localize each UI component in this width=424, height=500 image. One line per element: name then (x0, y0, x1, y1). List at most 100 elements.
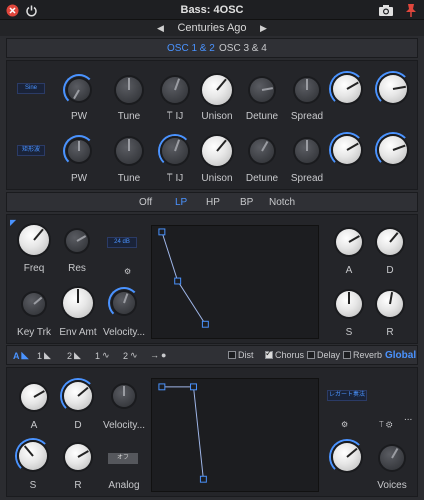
res-label: Res (68, 263, 86, 274)
routing-tab[interactable]: → ● (150, 350, 166, 360)
window-title: Bass: 4OSC (180, 4, 244, 16)
tuning-fork-icon[interactable]: ⟙ ⚙ (379, 420, 392, 430)
amp-s-knob[interactable] (19, 442, 47, 470)
glide-knob[interactable] (333, 443, 361, 471)
reverb-check[interactable]: Reverb (343, 350, 382, 360)
tab-osc-3-4[interactable]: OSC 3 & 4 (219, 43, 267, 54)
envamt-knob[interactable] (63, 288, 93, 318)
expand-triangle-icon[interactable]: ◤ (10, 218, 16, 227)
triangle-right-icon[interactable]: ▶ (260, 23, 267, 34)
preset-bar: ◀ Centuries Ago ▶ (0, 20, 424, 36)
waveform-select[interactable]: Sine (17, 83, 45, 94)
dist-check[interactable]: Dist (228, 350, 254, 360)
spread-label-2: Spread (290, 173, 324, 184)
analog-select[interactable]: オフ (108, 453, 138, 464)
voices-knob[interactable] (380, 446, 404, 470)
lfo2-source-label: 2 (123, 350, 129, 361)
tab-osc-1-2[interactable]: OSC 1 & 2 (167, 43, 215, 54)
more-options-icon[interactable]: ... (404, 412, 412, 423)
lfo1-source-label: 1 (95, 350, 101, 361)
env1-source-label: 1 (37, 350, 43, 361)
voice-mode-select[interactable]: レガート奏法 (327, 390, 367, 401)
filter-section: ◤ Freq Res 24 dB ⚙ Key Trk Env Amt Veloc… (6, 214, 418, 344)
delay-label: Delay (317, 350, 341, 360)
lfo2-source-tab[interactable]: 2 ∿ (123, 350, 138, 361)
checkbox-icon (343, 351, 351, 359)
filter-velocity-knob[interactable] (113, 292, 135, 314)
filter-r-knob[interactable] (377, 291, 403, 317)
filter-bp[interactable]: BP (240, 197, 253, 208)
osc1-pan-knob[interactable] (379, 75, 407, 103)
octave-knob[interactable] (162, 77, 188, 103)
filter-hp[interactable]: HP (206, 197, 220, 208)
detune-knob-2[interactable] (250, 139, 274, 163)
osc1-level-knob[interactable] (333, 75, 361, 103)
env2-source-tab[interactable]: 2 ◣ (67, 350, 81, 361)
amp-section: A D Velocity... S R オフ Analog レガート奏法 ⚙ ⟙… (6, 367, 418, 497)
detune-knob[interactable] (250, 78, 274, 102)
osc-tabs: OSC 1 & 2 OSC 3 & 4 (6, 38, 418, 58)
checkbox-icon (307, 351, 315, 359)
preset-name[interactable]: Centuries Ago (0, 22, 424, 34)
amp-velocity-knob[interactable] (113, 385, 135, 407)
spread-label: Spread (290, 111, 324, 122)
lfo-icon: ∿ (102, 350, 110, 360)
reverb-label: Reverb (353, 350, 383, 360)
fx-bar: A◣ 1◣ 2◣ 1∿ 2∿ →● Dist Chorus Delay Reve… (6, 345, 418, 365)
pw-knob-2[interactable] (68, 140, 90, 162)
envelope-icon: ◣ (74, 350, 81, 360)
gear-icon[interactable]: ⚙ (341, 420, 348, 429)
unison-knob-2[interactable] (202, 136, 232, 166)
tune-knob[interactable] (116, 77, 142, 103)
keytrk-knob[interactable] (23, 293, 45, 315)
unison-knob[interactable] (202, 75, 232, 105)
amp-source-label: A (13, 350, 20, 361)
filter-r-label: R (386, 327, 394, 338)
osc-section: Sine PW Tune ⟙ IJ Unison Detune Spread 矩… (6, 60, 418, 190)
filter-a-knob[interactable] (336, 229, 362, 255)
env1-source-tab[interactable]: 1 ◣ (37, 350, 51, 361)
amp-source-tab[interactable]: A ◣ (13, 350, 28, 361)
analog-label: Analog (108, 480, 140, 491)
pw-knob[interactable] (68, 79, 90, 101)
octave-knob-2[interactable] (162, 138, 188, 164)
env2-source-label: 2 (67, 350, 73, 361)
amp-envelope-graph[interactable] (151, 378, 319, 492)
filter-d-label: D (386, 265, 394, 276)
lfo1-source-tab[interactable]: 1 ∿ (95, 350, 110, 361)
filter-off[interactable]: Off (139, 197, 152, 208)
pin-icon[interactable] (404, 3, 418, 17)
amp-velocity-label: Velocity... (102, 420, 146, 431)
amp-r-knob[interactable] (65, 444, 91, 470)
title-bar: Bass: 4OSC (0, 0, 424, 20)
osc2-pan-knob[interactable] (379, 136, 407, 164)
checkbox-icon (228, 351, 236, 359)
spread-knob-2[interactable] (295, 139, 319, 163)
filter-velocity-label: Velocity... (102, 327, 146, 338)
slope-select[interactable]: 24 dB (107, 237, 137, 248)
filter-lp[interactable]: LP (175, 197, 187, 208)
filter-tabs: Off LP HP BP Notch (6, 192, 418, 212)
routing-arrow-label: → (150, 350, 159, 360)
envelope-icon: ◣ (21, 350, 29, 360)
spread-knob[interactable] (295, 78, 319, 102)
chorus-label: Chorus (275, 350, 305, 360)
global-tab[interactable]: Global (385, 350, 416, 361)
osc2-level-knob[interactable] (333, 136, 361, 164)
lfo-icon: ∿ (130, 350, 138, 360)
camera-icon[interactable] (378, 3, 394, 17)
gear-icon[interactable]: ⚙ (124, 267, 131, 276)
filter-s-knob[interactable] (336, 291, 362, 317)
filter-envelope-graph[interactable] (151, 225, 319, 339)
chorus-check[interactable]: Chorus (265, 348, 305, 360)
freq-knob[interactable] (19, 225, 49, 255)
filter-d-knob[interactable] (377, 229, 403, 255)
delay-check[interactable]: Delay (307, 350, 340, 360)
tune-knob-2[interactable] (116, 138, 142, 164)
amp-d-knob[interactable] (64, 382, 92, 410)
res-knob[interactable] (66, 230, 88, 252)
target-icon: ● (161, 350, 167, 360)
amp-a-knob[interactable] (21, 384, 47, 410)
filter-notch[interactable]: Notch (269, 197, 295, 208)
waveform-select-2[interactable]: 矩形波 (17, 145, 45, 156)
